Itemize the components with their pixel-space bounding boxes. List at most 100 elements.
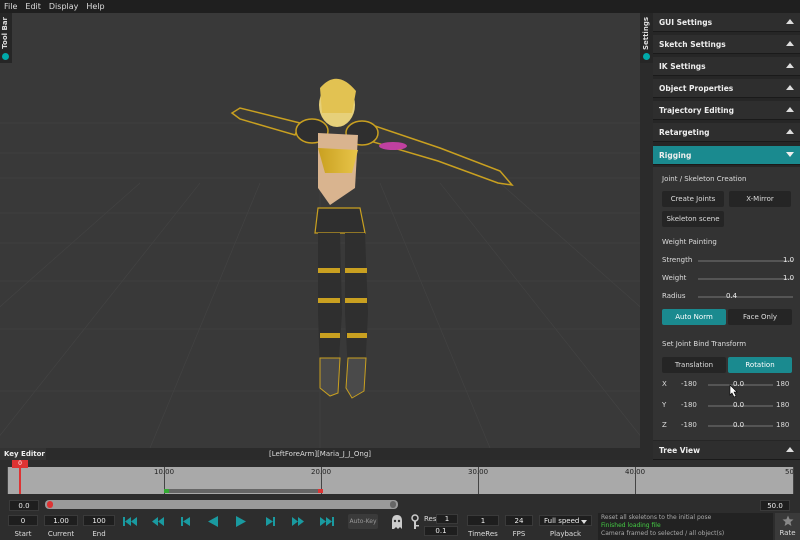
settings-tab-label: Settings [642, 17, 650, 51]
range-start-value[interactable]: 0.0 [9, 500, 39, 511]
end-input[interactable]: 100 [83, 515, 115, 526]
section-gui-settings[interactable]: GUI Settings [653, 13, 800, 32]
menu-edit[interactable]: Edit [25, 2, 41, 11]
menu-file[interactable]: File [4, 2, 17, 11]
section-trajectory-editing[interactable]: Trajectory Editing [653, 101, 800, 120]
section-label: IK Settings [659, 61, 706, 71]
ruler-label-10: 10.00 [154, 468, 175, 476]
settings-pin-icon[interactable] [643, 53, 650, 60]
skeleton-scene-button[interactable]: Skeleton scene [662, 211, 724, 227]
ruler-label-40: 40.00 [625, 468, 646, 476]
auto-norm-button[interactable]: Auto Norm [662, 309, 726, 325]
section-tree-view[interactable]: Tree View [653, 441, 800, 460]
radius-slider[interactable] [698, 296, 793, 298]
playhead-line [19, 468, 21, 494]
3d-viewport[interactable] [0, 13, 640, 448]
ruler-label-20: 20.00 [311, 468, 332, 476]
x-max: 180 [776, 380, 790, 388]
start-input[interactable]: 0 [8, 515, 38, 526]
key-icon[interactable] [409, 514, 421, 530]
weight-value: 1.0 [783, 274, 795, 282]
playback-select-value: Full speed [544, 516, 580, 525]
strength-label: Strength [662, 256, 693, 264]
auto-key-button[interactable]: Auto-Key [348, 514, 378, 529]
play-forward-icon[interactable] [233, 515, 249, 528]
range-end-handle[interactable] [390, 501, 396, 508]
face-only-button[interactable]: Face Only [728, 309, 792, 325]
toolbar-tab[interactable]: Tool Bar [0, 13, 12, 63]
section-rigging[interactable]: Rigging [653, 146, 800, 165]
section-label: GUI Settings [659, 17, 713, 27]
collapse-arrow-icon [786, 19, 794, 24]
section-retargeting[interactable]: Retargeting [653, 123, 800, 142]
toolbar-pin-icon[interactable] [2, 53, 9, 60]
viewport-scene [0, 78, 640, 448]
menu-display[interactable]: Display [49, 2, 79, 11]
playback-label: Playback [549, 530, 582, 538]
rate-button[interactable]: Rate [775, 513, 800, 540]
strength-slider[interactable] [698, 260, 793, 262]
res-step-input[interactable]: 0.1 [424, 526, 458, 536]
playback-select[interactable]: Full speed [539, 515, 592, 526]
rate-label: Rate [779, 529, 796, 537]
z-min: -180 [681, 421, 697, 429]
menu-help[interactable]: Help [86, 2, 104, 11]
fps-input[interactable]: 24 [505, 515, 533, 526]
keyframe-span [164, 489, 321, 493]
collapse-arrow-icon [786, 85, 794, 90]
fps-label: FPS [512, 530, 526, 538]
rotation-button[interactable]: Rotation [728, 357, 792, 373]
section-ik-settings[interactable]: IK Settings [653, 57, 800, 76]
res-input[interactable]: 1 [436, 514, 458, 524]
chevron-down-icon [581, 520, 587, 524]
fast-forward-icon[interactable] [290, 515, 306, 528]
ruler-label-30: 30.00 [468, 468, 489, 476]
timeline-ruler[interactable]: 10.00 20.00 30.00 40.00 50 [7, 467, 794, 494]
fast-rewind-icon[interactable] [150, 515, 166, 528]
radius-value: 0.4 [726, 292, 738, 300]
range-end-value[interactable]: 50.0 [760, 500, 790, 511]
current-label: Current [47, 530, 75, 538]
settings-tab[interactable]: Settings [640, 13, 653, 63]
keyframe-start[interactable] [164, 489, 169, 493]
x-mirror-button[interactable]: X-Mirror [729, 191, 791, 207]
weight-slider[interactable] [698, 278, 793, 280]
time-res-input[interactable]: 1 [467, 515, 499, 526]
log-line: Camera framed to selected / all object(s… [601, 530, 725, 537]
ghost-icon[interactable] [390, 514, 404, 530]
bind-heading: Set Joint Bind Transform [662, 340, 747, 348]
section-label: Rigging [659, 150, 692, 160]
go-to-last-icon[interactable] [319, 515, 335, 528]
y-value: 0.0 [733, 401, 745, 409]
playhead-marker[interactable]: 0 [12, 460, 28, 468]
log-line: Finished loading file [601, 522, 661, 529]
collapse-arrow-icon [786, 63, 794, 68]
range-start-handle[interactable] [47, 501, 53, 508]
range-slider[interactable] [45, 500, 398, 509]
joint-heading: Joint / Skeleton Creation [662, 175, 747, 183]
weight-heading: Weight Painting [662, 238, 717, 246]
collapse-arrow-icon [786, 129, 794, 134]
settings-panel: GUI Settings Sketch Settings IK Settings… [653, 13, 800, 460]
mouse-cursor-icon [729, 384, 738, 398]
section-label: Trajectory Editing [659, 105, 735, 115]
z-axis-label: Z [662, 421, 667, 429]
step-forward-icon[interactable] [262, 515, 278, 528]
time-res-label: TimeRes [468, 530, 498, 538]
current-input[interactable]: 1.00 [44, 515, 78, 526]
key-editor-tab[interactable]: Key Editor [0, 448, 46, 460]
play-reverse-icon[interactable] [205, 515, 221, 528]
collapse-arrow-icon [786, 107, 794, 112]
menu-bar: File Edit Display Help [0, 0, 800, 13]
star-icon [782, 515, 794, 526]
go-to-first-icon[interactable] [122, 515, 138, 528]
step-back-icon[interactable] [178, 515, 194, 528]
res-label: Res [424, 515, 437, 523]
create-joints-button[interactable]: Create Joints [662, 191, 724, 207]
keyframe-end[interactable] [318, 489, 323, 493]
section-sketch-settings[interactable]: Sketch Settings [653, 35, 800, 54]
section-object-properties[interactable]: Object Properties [653, 79, 800, 98]
ruler-label-50: 50 [785, 468, 794, 476]
translation-button[interactable]: Translation [662, 357, 726, 373]
radius-label: Radius [662, 292, 686, 300]
